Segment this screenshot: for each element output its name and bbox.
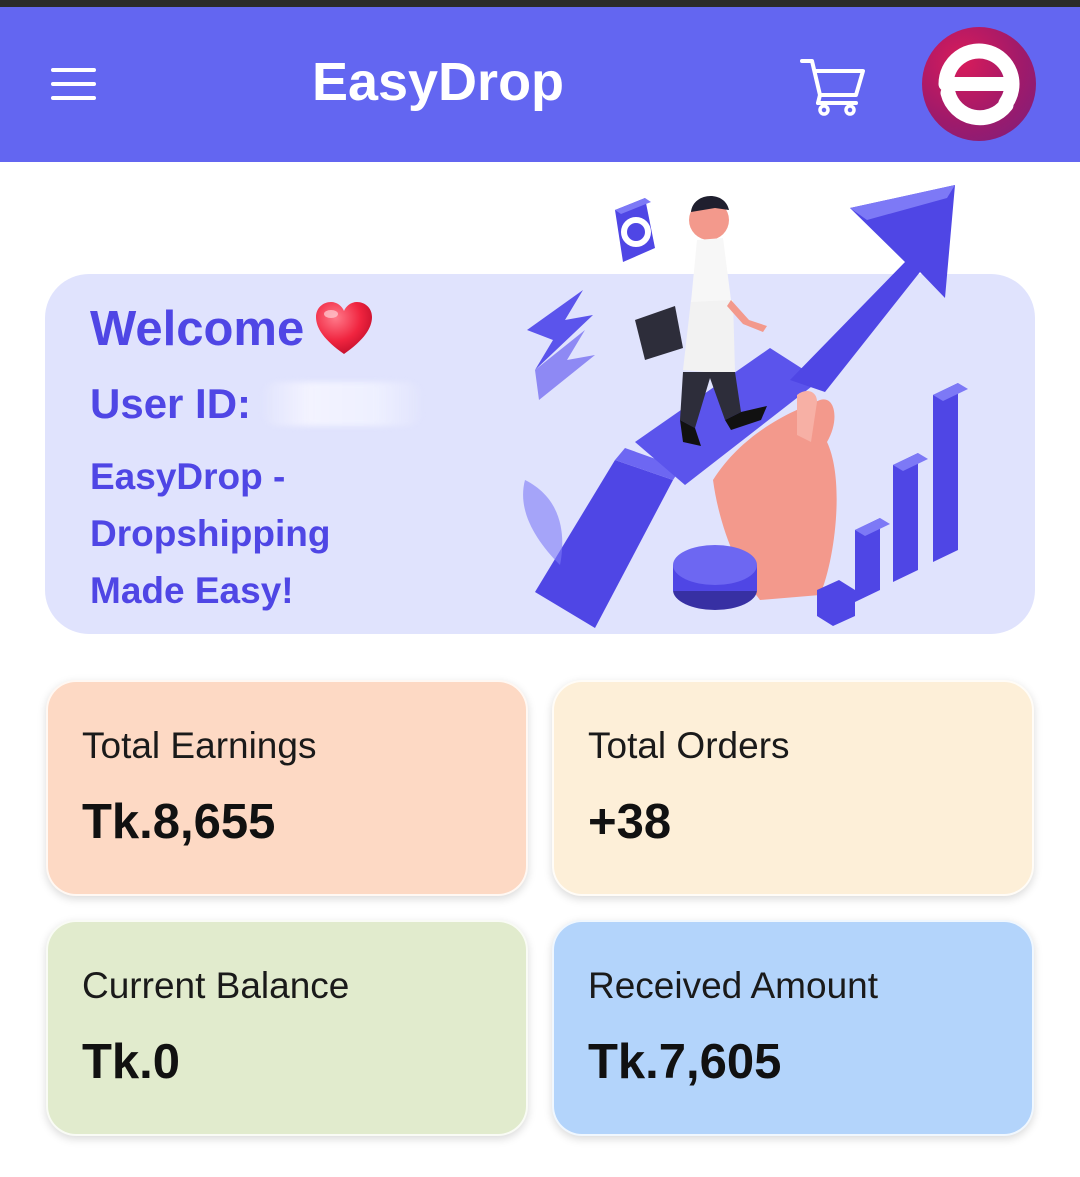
stat-value: +38 (588, 795, 672, 849)
growth-illustration (523, 185, 968, 628)
profile-avatar[interactable] (922, 27, 1036, 141)
tagline-text: EasyDrop - Dropshipping Made Easy! (90, 456, 331, 611)
user-id-value (262, 382, 422, 426)
stat-label: Total Orders (588, 725, 790, 766)
current-balance-card[interactable]: Current Balance Tk.0 (46, 920, 528, 1136)
hamburger-menu-icon[interactable] (44, 57, 104, 107)
stat-label: Current Balance (82, 965, 350, 1006)
status-bar-strip (0, 0, 1080, 7)
easydrop-logo-icon (938, 43, 1020, 126)
total-earnings-card[interactable]: Total Earnings Tk.8,655 (46, 680, 528, 896)
app-title: EasyDrop (311, 52, 565, 112)
user-id-label: User ID: (90, 380, 252, 427)
stat-value: Tk.0 (82, 1035, 181, 1089)
stat-label: Received Amount (588, 965, 879, 1006)
shopping-cart-icon[interactable] (798, 55, 868, 117)
stat-label: Total Earnings (82, 725, 317, 766)
stat-value: Tk.8,655 (82, 795, 276, 849)
heart-emoji-icon (316, 302, 372, 354)
stat-value: Tk.7,605 (588, 1035, 782, 1089)
total-orders-card[interactable]: Total Orders +38 (552, 680, 1034, 896)
received-amount-card[interactable]: Received Amount Tk.7,605 (552, 920, 1034, 1136)
app-bar: EasyDrop (0, 7, 1080, 162)
gear-icon (615, 198, 655, 262)
welcome-heading: Welcome (90, 302, 305, 356)
